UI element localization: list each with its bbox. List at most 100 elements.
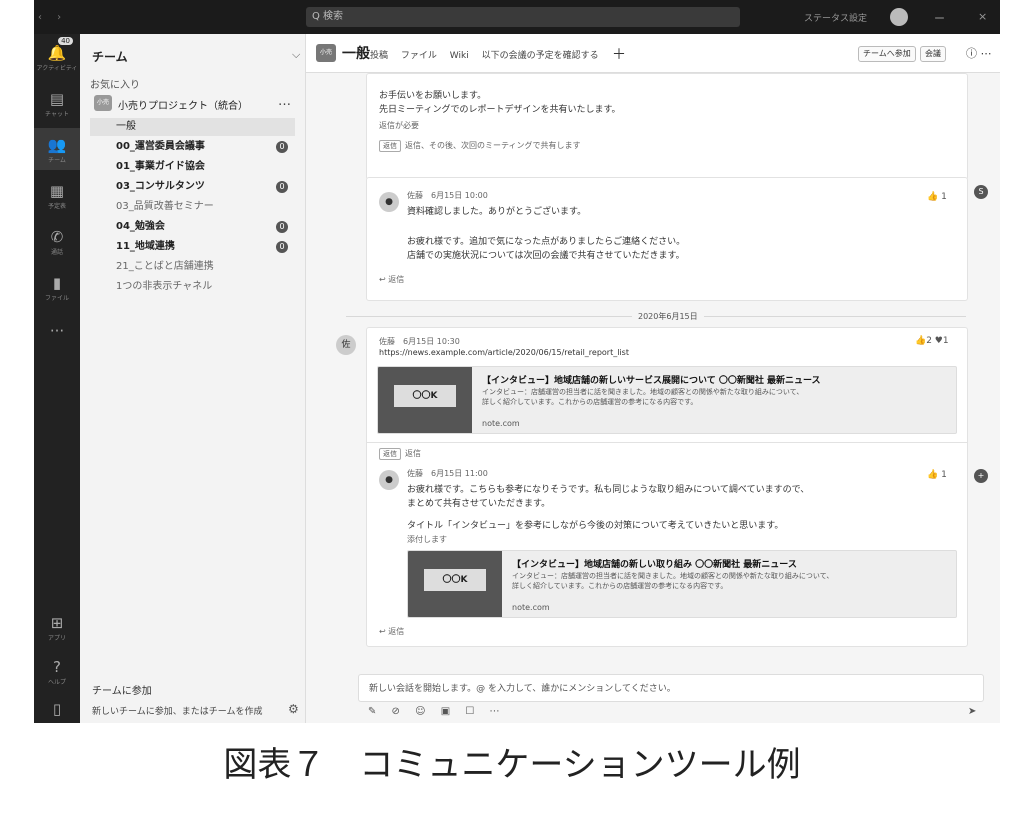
calendar-app-button[interactable]: ▦ 予定表 [34, 174, 80, 216]
channel-item[interactable]: 00_運営委員会議事 0 [90, 138, 295, 156]
app-label: アプリ [47, 635, 66, 642]
like-count[interactable]: 👍 1 [927, 192, 947, 202]
reply-text: お疲れ様です。こちらも参考になりそうです。私も同じような取り組みについて調べてい… [407, 485, 810, 495]
channel-name: 一般 [116, 121, 136, 132]
calls-app-button[interactable]: ✆ 通話 [34, 220, 80, 262]
link-preview[interactable]: 〇〇K 【インタビュー】地域店舗の新しい取り組み 〇〇新聞社 最新ニュース イン… [407, 550, 957, 618]
add-reaction-icon[interactable]: + [974, 469, 988, 483]
channel-item[interactable]: 21_ことばと店舗連携 [90, 258, 295, 276]
join-team-link[interactable]: チームに参加 [92, 682, 152, 697]
app-label: ファイル [44, 295, 69, 302]
close-icon[interactable]: × [978, 10, 987, 23]
send-icon[interactable]: ➤ [968, 706, 976, 717]
channel-avatar: 小売 [316, 44, 336, 62]
mention-badge: 0 [276, 241, 288, 253]
team-button[interactable]: チームへ参加 [858, 46, 916, 62]
activity-app-button[interactable]: 🔔 アクティビティ 40 [34, 36, 80, 78]
user-avatar[interactable] [890, 8, 908, 26]
teams-app-button[interactable]: 👥 チーム [34, 128, 80, 170]
team-name: 小売りプロジェクト（統合） [118, 101, 248, 112]
tab-posts[interactable]: 投稿 [370, 51, 388, 61]
link-domain: note.com [482, 419, 520, 428]
chat-app-button[interactable]: ▤ チャット [34, 82, 80, 124]
reply-link[interactable]: ↩ 返信 [379, 626, 404, 637]
thumbnail-sign: 〇〇K [394, 385, 456, 407]
tab-wiki[interactable]: Wiki [450, 51, 469, 61]
device-app-button[interactable]: ▯ [34, 694, 80, 723]
divider [367, 442, 967, 443]
message-text: 先日ミーティングでのレポートデザインを共有いたします。 [379, 105, 621, 115]
minimize-icon[interactable]: ー [934, 10, 945, 26]
team-more-icon[interactable]: … [278, 94, 291, 109]
status-text[interactable]: ステータス設定 [804, 11, 867, 24]
files-app-button[interactable]: ▮ ファイル [34, 266, 80, 308]
calls-icon: ✆ [50, 228, 64, 246]
reply-author: 佐藤 6月15日 10:00 [407, 191, 488, 200]
like-count[interactable]: 👍 1 [927, 470, 947, 480]
reply-bar-text: 返信、その後、次回のミーティングで共有します [405, 141, 581, 150]
settings-gear-icon[interactable]: ⚙ [288, 702, 299, 716]
tab-files[interactable]: ファイル [401, 51, 437, 61]
teams-icon: 👥 [47, 136, 67, 154]
info-more-icon[interactable]: ⓘ ⋯ [966, 45, 992, 61]
team-avatar: 小売 [94, 95, 112, 111]
reactions[interactable]: 👍2 ♥1 [915, 336, 949, 346]
channel-tabs: 投稿 ファイル Wiki 以下の会議の予定を確認する [370, 48, 609, 61]
reply-text: タイトル「インタビュー」を参考にしながら今後の対策について考えていきたいと思いま… [407, 521, 784, 531]
join-hint[interactable]: 新しいチームに参加、またはチームを作成 [92, 704, 292, 717]
search-input[interactable]: Q 検索 [306, 7, 740, 27]
filter-icon[interactable]: ⌵ [292, 48, 300, 62]
message-composer[interactable]: 新しい会話を開始します。@ を入力して、誰かにメンションしてください。 [358, 674, 984, 702]
post-url[interactable]: https://news.example.com/article/2020/06… [379, 348, 629, 357]
channel-main: 小売 一般 投稿 ファイル Wiki 以下の会議の予定を確認する ＋ チームへ参… [306, 34, 1000, 723]
link-desc: 詳しく紹介しています。これからの店舗運営の参考になる内容です。 [512, 582, 728, 590]
channel-item[interactable]: 01_事業ガイド協会 [90, 158, 295, 176]
favorites-section[interactable]: お気に入り [90, 76, 140, 91]
apps-icon: ⊞ [50, 614, 64, 632]
app-label: 通話 [50, 249, 63, 256]
thumbnail-sign: 〇〇K [424, 569, 486, 591]
status-icon[interactable]: S [974, 185, 988, 199]
composer-toolbar[interactable]: ✎ ⊘ ☺ ▣ ☐ ⋯ [368, 706, 506, 717]
channel-name: 21_ことばと店舗連携 [116, 261, 214, 272]
link-preview[interactable]: 〇〇K 【インタビュー】地域店舗の新しいサービス展開について 〇〇新聞社 最新ニ… [377, 366, 957, 434]
mention-badge: 0 [276, 181, 288, 193]
device-icon: ▯ [52, 700, 62, 718]
link-desc: 詳しく紹介しています。これからの店舗運営の参考になる内容です。 [482, 398, 698, 406]
help-icon: ? [53, 658, 61, 676]
files-icon: ▮ [52, 274, 62, 292]
channel-item[interactable]: 03_品質改善セミナー [90, 198, 295, 216]
reply-card: ● 佐藤 6月15日 10:00 資料確認しました。ありがとうございます。 お疲… [366, 177, 968, 301]
add-tab-icon[interactable]: ＋ [612, 44, 626, 64]
link-desc: インタビュー：店舗運営の担当者に話を聞きました。地域の顧客との関係や新たな取り組… [482, 388, 804, 396]
date-divider: 2020年6月15日 [306, 311, 1000, 322]
channel-header: 小売 一般 投稿 ファイル Wiki 以下の会議の予定を確認する ＋ チームへ参… [306, 34, 1000, 73]
reply-text: 添付します [407, 535, 447, 544]
help-app-button[interactable]: ? ヘルプ [34, 652, 80, 694]
reply-tag: 返信 [379, 140, 401, 152]
channel-item[interactable]: 一般 [90, 118, 295, 136]
channel-item[interactable]: 11_地域連携 0 [90, 238, 295, 256]
link-thumbnail: 〇〇K [408, 551, 502, 617]
mention-badge: 0 [276, 221, 288, 233]
channel-item[interactable]: 04_勉強会 0 [90, 218, 295, 236]
reply-link[interactable]: ↩ 返信 [379, 274, 404, 285]
channel-item[interactable]: 1つの非表示チャネル [90, 278, 295, 296]
channel-name: 04_勉強会 [116, 221, 165, 232]
apps-app-button[interactable]: ⊞ アプリ [34, 608, 80, 650]
calendar-icon: ▦ [49, 182, 65, 200]
nav-arrows-icon[interactable]: ‹ › [38, 12, 67, 23]
channel-name: 00_運営委員会議事 [116, 141, 205, 152]
more-app-button[interactable]: ··· [34, 314, 80, 356]
more-icon: ··· [49, 322, 65, 340]
avatar: ● [379, 470, 399, 490]
channel-item[interactable]: 03_コンサルタンツ 0 [90, 178, 295, 196]
reply-tag: 返信 [379, 448, 401, 460]
team-row[interactable]: 小売 小売りプロジェクト（統合） … [92, 92, 297, 114]
app-bar: 🔔 アクティビティ 40 ▤ チャット 👥 チーム ▦ 予定表 ✆ 通話 ▮ ファイル ··· ⊞ アプリ ? ヘ… [34, 34, 80, 723]
tab-meeting[interactable]: 以下の会議の予定を確認する [482, 51, 599, 61]
meet-button[interactable]: 会議 [920, 46, 946, 62]
message-meta: 返信が必要 [379, 121, 419, 130]
channel-name: 1つの非表示チャネル [116, 281, 213, 292]
date-label: 2020年6月15日 [632, 311, 704, 322]
